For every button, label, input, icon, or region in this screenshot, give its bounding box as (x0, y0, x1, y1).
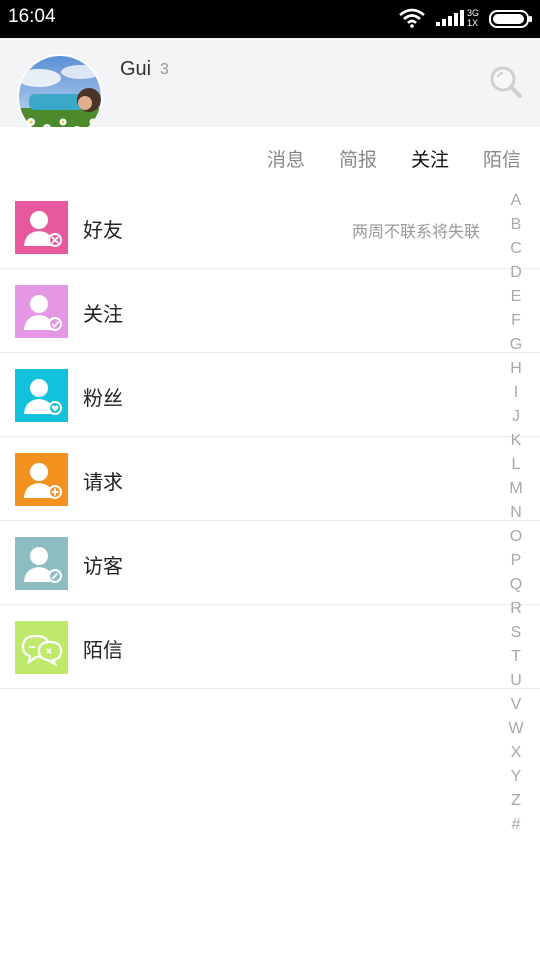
alphabet-letter[interactable]: G (500, 333, 532, 357)
alphabet-letter[interactable]: F (500, 309, 532, 333)
alphabet-letter[interactable]: B (500, 213, 532, 237)
alphabet-letter[interactable]: # (500, 813, 532, 837)
alphabet-letter[interactable]: J (500, 405, 532, 429)
status-bar: 16:04 3G 1X (0, 0, 540, 38)
list-item-label: 粉丝 (83, 386, 123, 410)
profile-header: Gui 3 (0, 38, 540, 140)
friend-icon (15, 201, 68, 254)
alphabet-letter[interactable]: V (500, 693, 532, 717)
list-item-hint: 两周不联系将失联 (352, 222, 481, 241)
alphabet-letter[interactable]: L (500, 453, 532, 477)
network-bottom-label: 1X (467, 18, 479, 28)
alphabet-letter[interactable]: C (500, 237, 532, 261)
alphabet-letter[interactable]: A (500, 189, 532, 213)
tab-messages[interactable]: 消息 (267, 145, 305, 172)
alphabet-letter[interactable]: U (500, 669, 532, 693)
username[interactable]: Gui (120, 58, 151, 81)
search-icon[interactable] (488, 64, 524, 100)
alphabet-letter[interactable]: Q (500, 573, 532, 597)
user-count-badge: 3 (160, 61, 169, 78)
tab-stranger-messages[interactable]: 陌信 (483, 145, 521, 172)
list-item-fans[interactable]: 粉丝 (0, 353, 540, 437)
tab-bar: 消息 简报 关注 陌信 (0, 127, 540, 185)
list-item-label: 关注 (83, 302, 123, 326)
alphabet-letter[interactable]: P (500, 549, 532, 573)
alphabet-letter[interactable]: K (500, 429, 532, 453)
alphabet-index[interactable]: A B C D E F G H I J K L M N O P Q R S T U V W X Y Z # (500, 189, 532, 837)
alphabet-letter[interactable]: N (500, 501, 532, 525)
fans-icon (15, 369, 68, 422)
wifi-icon (399, 8, 425, 28)
follow-icon (15, 285, 68, 338)
alphabet-letter[interactable]: E (500, 285, 532, 309)
list-item-label: 陌信 (83, 638, 123, 662)
alphabet-letter[interactable]: H (500, 357, 532, 381)
battery-icon (489, 10, 532, 28)
alphabet-letter[interactable]: Z (500, 789, 532, 813)
list-item-visitors[interactable]: 访客 (0, 521, 540, 605)
alphabet-letter[interactable]: O (500, 525, 532, 549)
tab-briefing[interactable]: 简报 (339, 145, 377, 172)
alphabet-letter[interactable]: Y (500, 765, 532, 789)
signal-icon (436, 10, 464, 26)
alphabet-letter[interactable]: T (500, 645, 532, 669)
list-item-following[interactable]: 关注 (0, 269, 540, 353)
list-item-requests[interactable]: 请求 (0, 437, 540, 521)
visitor-icon (15, 537, 68, 590)
request-icon (15, 453, 68, 506)
alphabet-letter[interactable]: S (500, 621, 532, 645)
alphabet-letter[interactable]: R (500, 597, 532, 621)
list-item-label: 请求 (83, 470, 123, 494)
message-icon (15, 621, 68, 674)
alphabet-letter[interactable]: I (500, 381, 532, 405)
alphabet-letter[interactable]: M (500, 477, 532, 501)
status-time: 16:04 (8, 6, 56, 27)
list-item-friends[interactable]: 好友 两周不联系将失联 (0, 185, 540, 269)
list-item-label: 好友 (83, 218, 123, 242)
contact-category-list: 好友 两周不联系将失联 关注 粉丝 请求 访客 陌信 (0, 185, 540, 689)
list-item-stranger-messages[interactable]: 陌信 (0, 605, 540, 689)
alphabet-letter[interactable]: D (500, 261, 532, 285)
alphabet-letter[interactable]: W (500, 717, 532, 741)
tab-following[interactable]: 关注 (411, 145, 449, 172)
network-label: 3G 1X (467, 8, 479, 28)
list-item-label: 访客 (83, 554, 123, 578)
network-top-label: 3G (467, 8, 480, 18)
alphabet-letter[interactable]: X (500, 741, 532, 765)
